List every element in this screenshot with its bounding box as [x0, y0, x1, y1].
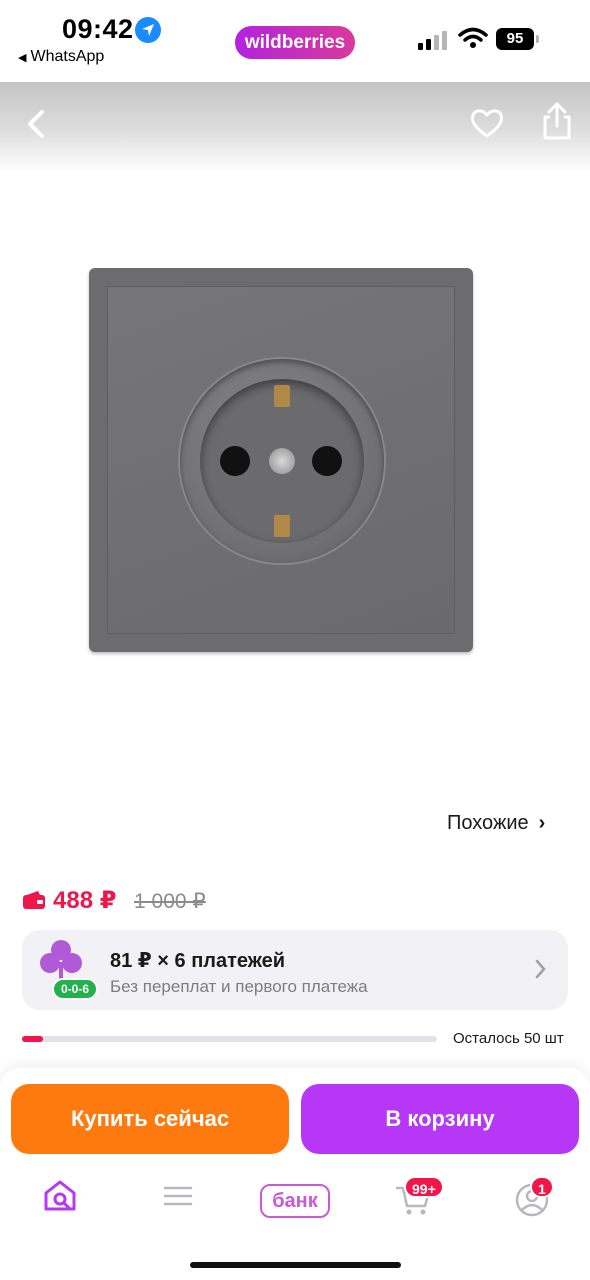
chevron-right-icon — [535, 959, 546, 979]
brand-pill: wildberries — [235, 26, 355, 59]
back-to-app-link[interactable]: ◀ WhatsApp — [18, 48, 104, 66]
installment-subtitle: Без переплат и первого платежа — [110, 977, 368, 996]
socket-frame — [89, 268, 473, 652]
product-image[interactable] — [0, 172, 590, 792]
ground-contact-top — [274, 385, 290, 407]
chevron-right-icon: › — [538, 812, 546, 834]
tab-catalog[interactable] — [160, 1178, 196, 1224]
product-header — [0, 82, 590, 172]
battery-icon: 95 — [496, 28, 534, 50]
tab-cart[interactable]: 99+ — [394, 1176, 444, 1224]
cart-badge: 99+ — [404, 1176, 444, 1198]
pin-hole-right — [312, 446, 342, 476]
back-app-label: WhatsApp — [30, 48, 105, 65]
stock-progress-bar — [22, 1036, 437, 1042]
socket-ring — [180, 359, 384, 563]
status-bar: 09:42 ◀ WhatsApp wildberries 95 — [0, 0, 590, 82]
installment-title: 81 ₽ × 6 платежей — [110, 950, 286, 972]
heart-icon[interactable] — [468, 104, 506, 142]
screw — [269, 448, 295, 474]
location-arrow-icon — [135, 17, 161, 43]
cellular-signal-icon — [418, 30, 450, 50]
home-indicator — [190, 1262, 401, 1268]
menu-icon — [163, 1186, 193, 1206]
add-to-cart-button[interactable]: В корзину — [301, 1084, 579, 1154]
socket-plate — [107, 286, 455, 634]
tab-bank[interactable]: банк — [260, 1178, 330, 1224]
back-arrow-icon[interactable] — [18, 104, 54, 144]
status-time: 09:42 — [62, 14, 134, 44]
tab-home[interactable] — [42, 1178, 78, 1224]
battery-tip — [536, 35, 539, 43]
socket-cup — [200, 379, 364, 543]
buy-now-button[interactable]: Купить сейчас — [11, 1084, 289, 1154]
current-price: 488 ₽ — [53, 887, 117, 914]
old-price: 1 000 ₽ — [134, 890, 206, 913]
stock-remaining: Осталось 50 шт — [453, 1030, 564, 1047]
clover-icon — [40, 940, 82, 980]
similar-link[interactable]: Похожие › — [447, 812, 545, 835]
pin-hole-left — [220, 446, 250, 476]
installment-badge: 0-0-6 — [52, 978, 98, 1000]
installment-card[interactable]: 0-0-6 81 ₽ × 6 платежей Без переплат и п… — [22, 930, 568, 1010]
wifi-icon — [458, 27, 488, 48]
wallet-icon — [23, 891, 45, 909]
tab-profile[interactable]: 1 — [512, 1176, 554, 1224]
share-icon[interactable] — [538, 100, 576, 142]
profile-badge: 1 — [530, 1176, 554, 1198]
stock-progress-fill — [22, 1036, 43, 1042]
similar-label: Похожие — [447, 812, 529, 834]
bank-icon: банк — [260, 1184, 330, 1218]
home-search-icon — [44, 1180, 76, 1211]
ground-contact-bottom — [274, 515, 290, 537]
